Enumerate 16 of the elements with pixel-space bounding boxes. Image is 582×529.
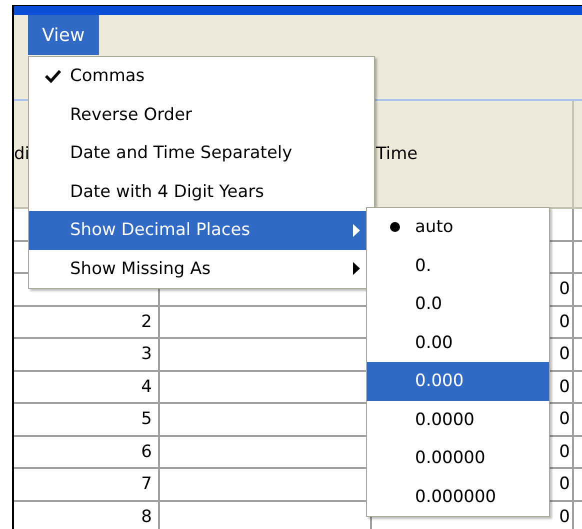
menu-item[interactable]: Reverse Order [29,96,374,134]
row-number-cell: 2 [14,306,160,339]
menu-item[interactable]: 0.000 [367,362,549,400]
row-number-cell: 6 [14,436,160,469]
row-number-cell: 3 [14,339,160,372]
row-number-cell: 5 [14,404,160,436]
menu-item[interactable]: Date and Time Separately [29,134,374,172]
row-number-cell: 8 [14,502,160,529]
column-header[interactable]: Time [372,101,574,209]
menu-item[interactable]: Commas [29,57,374,96]
submenu-arrow-icon [353,224,360,237]
menu-item[interactable]: View [28,15,99,55]
submenu-arrow-icon [353,262,360,276]
menu-item[interactable]: Date with 4 Digit Years [29,172,374,211]
row-number-cell: 7 [14,469,160,502]
row-number-cell: 4 [14,372,160,404]
